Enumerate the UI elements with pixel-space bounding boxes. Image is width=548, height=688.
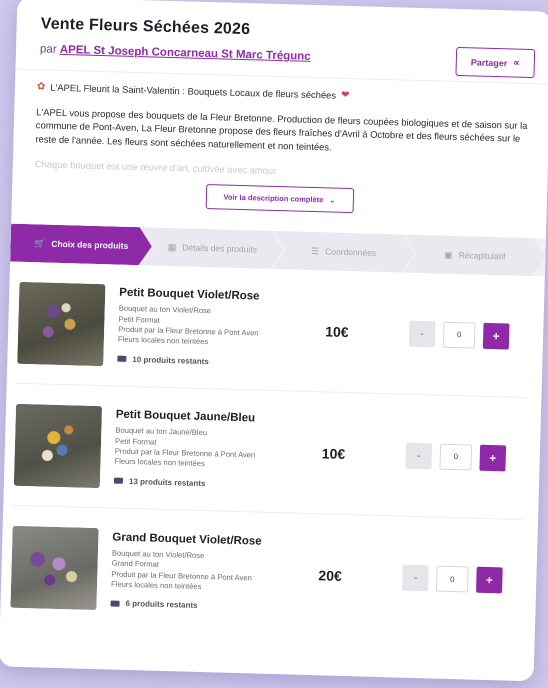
stock-info: 6 produits restants — [110, 599, 317, 614]
product-info: Petit Bouquet Violet/Rose Bouquet au ton… — [103, 286, 326, 369]
stock-text: 6 produits restants — [125, 599, 198, 611]
description-faded: Chaque bouquet est une œuvre d'art, cult… — [34, 158, 279, 177]
quantity-input[interactable] — [439, 443, 473, 471]
list-icon: ☰ — [310, 245, 320, 256]
stock-info: 13 produits restants — [113, 476, 321, 491]
share-icon: ∝ — [513, 57, 520, 68]
flower-icon: ✿ — [36, 81, 46, 93]
product-price: 10€ — [321, 444, 346, 462]
stock-text: 13 produits restants — [128, 476, 206, 489]
product-image — [17, 281, 106, 366]
stock-icon — [113, 477, 124, 485]
step-label: Choix des produits — [51, 238, 129, 251]
product-row: Grand Bouquet Violet/Rose Bouquet au ton… — [10, 506, 522, 642]
organization-link[interactable]: APEL St Joseph Concarneau St Marc Trégun… — [60, 44, 311, 63]
description: ✿ L'APEL Fleurit la Saint-Valentin : Bou… — [13, 70, 548, 186]
stock-icon — [110, 600, 120, 607]
step-contact-details[interactable]: ☰ Coordonnées — [272, 231, 414, 273]
quantity-input[interactable] — [436, 565, 469, 593]
headline-text: L'APEL Fleurit la Saint-Valentin : Bouqu… — [50, 82, 337, 102]
step-product-choice[interactable]: 🛒 Choix des produits — [10, 224, 152, 266]
quantity-stepper: - + — [408, 320, 528, 350]
quantity-stepper: - + — [402, 564, 521, 594]
receipt-icon: ▣ — [444, 249, 453, 260]
store-card: Vente Fleurs Séchées 2026 par APEL St Jo… — [0, 0, 548, 682]
quantity-input[interactable] — [442, 321, 476, 349]
see-full-description-button[interactable]: Voir la description complète ⌄ — [205, 183, 354, 214]
decrease-quantity-button[interactable]: - — [402, 564, 429, 592]
page-title: Vente Fleurs Séchées 2026 — [40, 15, 251, 39]
product-row: Petit Bouquet Violet/Rose Bouquet au ton… — [16, 261, 529, 399]
increase-quantity-button[interactable]: + — [482, 322, 510, 350]
step-product-details[interactable]: ▦ Détails des produits — [141, 227, 283, 269]
by-prefix: par — [39, 43, 57, 56]
product-price: 10€ — [325, 322, 349, 340]
more-label: Voir la description complète — [223, 192, 324, 205]
stock-text: 10 produits restants — [132, 354, 209, 367]
product-list: Petit Bouquet Violet/Rose Bouquet au ton… — [0, 261, 545, 643]
heart-icon: ❤ — [340, 89, 350, 101]
product-info: Petit Bouquet Jaune/Bleu Bouquet au ton … — [100, 408, 323, 491]
share-button[interactable]: Partager ∝ — [455, 46, 536, 79]
step-summary[interactable]: ▣ Récapitulatif — [404, 235, 546, 277]
description-body: L'APEL vous propose des bouquets de la F… — [35, 105, 528, 153]
product-image — [13, 403, 103, 488]
boxes-icon: ▦ — [167, 241, 177, 252]
decrease-quantity-button[interactable]: - — [408, 320, 436, 347]
page-header: Vente Fleurs Séchées 2026 par APEL St Jo… — [16, 0, 548, 80]
product-name: Grand Bouquet Violet/Rose — [112, 531, 262, 548]
description-headline: ✿ L'APEL Fleurit la Saint-Valentin : Bou… — [37, 80, 530, 108]
stock-icon — [117, 356, 127, 363]
cart-icon: 🛒 — [33, 237, 46, 249]
increase-quantity-button[interactable]: + — [475, 566, 503, 594]
step-label: Coordonnées — [324, 246, 377, 258]
step-label: Récapitulatif — [458, 250, 506, 262]
product-row: Petit Bouquet Jaune/Bleu Bouquet au ton … — [13, 383, 526, 520]
product-price: 20€ — [318, 567, 342, 584]
chevron-down-icon: ⌄ — [329, 197, 336, 205]
increase-quantity-button[interactable]: + — [479, 444, 507, 471]
product-name: Petit Bouquet Jaune/Bleu — [115, 408, 256, 425]
decrease-quantity-button[interactable]: - — [405, 442, 433, 469]
stock-info: 10 produits restants — [117, 355, 324, 370]
product-image — [10, 525, 99, 611]
product-name: Petit Bouquet Violet/Rose — [119, 286, 260, 303]
share-label: Partager — [470, 56, 508, 68]
quantity-stepper: - + — [405, 442, 524, 471]
step-label: Détails des produits — [182, 242, 258, 255]
product-info: Grand Bouquet Violet/Rose Bouquet au ton… — [96, 531, 319, 614]
